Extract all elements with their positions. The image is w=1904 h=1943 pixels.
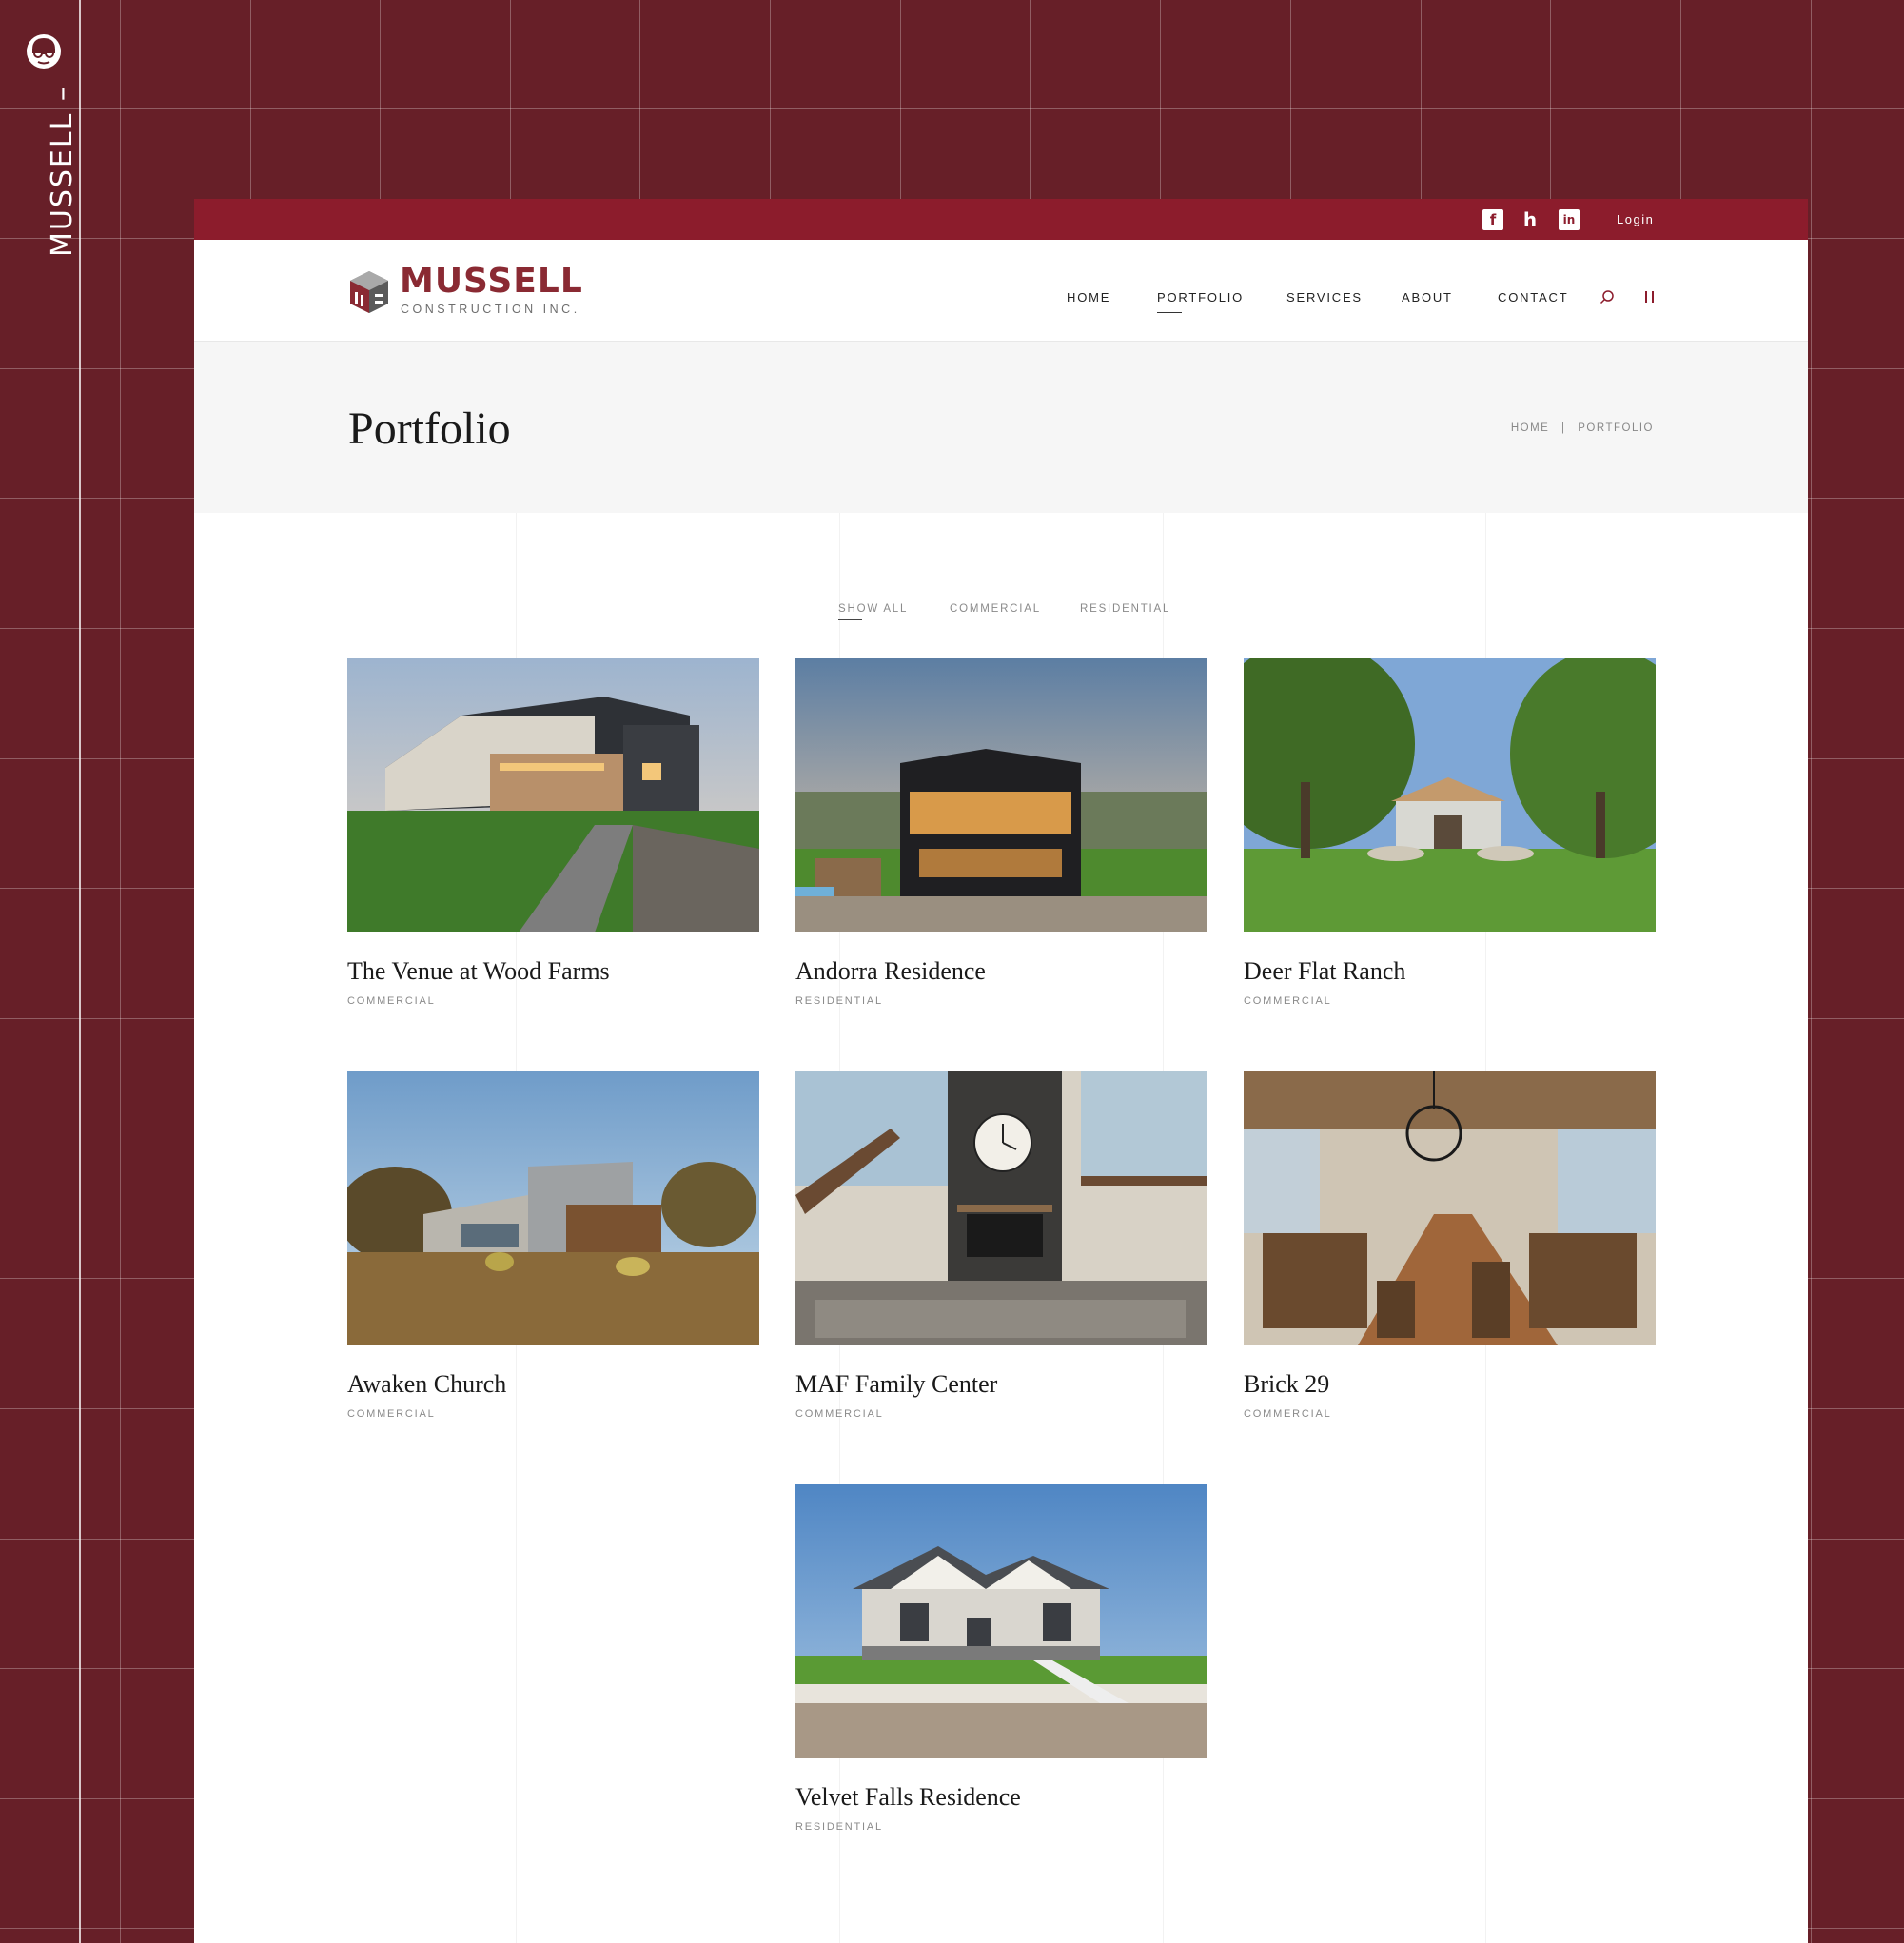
- project-title[interactable]: Andorra Residence: [795, 957, 1207, 986]
- page-title: Portfolio: [348, 403, 511, 454]
- filter-show-all[interactable]: SHOW ALL: [838, 603, 908, 620]
- nav-contact[interactable]: CONTACT: [1498, 290, 1568, 304]
- project-thumbnail[interactable]: [795, 1484, 1207, 1758]
- portfolio-card[interactable]: Velvet Falls Residence RESIDENTIAL: [795, 1484, 1207, 1833]
- nav-services[interactable]: SERVICES: [1286, 290, 1363, 304]
- project-category: COMMERCIAL: [347, 1408, 436, 1420]
- project-thumbnail[interactable]: [347, 1071, 759, 1345]
- facebook-icon[interactable]: f: [1482, 209, 1503, 230]
- portfolio-card[interactable]: The Venue at Wood Farms COMMERCIAL: [347, 658, 759, 1007]
- project-title[interactable]: The Venue at Wood Farms: [347, 957, 759, 986]
- project-title[interactable]: Awaken Church: [347, 1370, 759, 1399]
- project-thumbnail[interactable]: [347, 658, 759, 932]
- side-divider: [79, 0, 81, 1943]
- linkedin-icon[interactable]: in: [1559, 209, 1580, 230]
- side-brand-text: MUSSELL –: [46, 85, 79, 257]
- houzz-icon[interactable]: h: [1520, 208, 1541, 231]
- login-link[interactable]: Login: [1617, 212, 1654, 226]
- page-title-band: Portfolio HOME | PORTFOLIO: [194, 342, 1808, 513]
- project-category: COMMERCIAL: [1244, 995, 1332, 1007]
- project-category: COMMERCIAL: [795, 1408, 884, 1420]
- project-title[interactable]: MAF Family Center: [795, 1370, 1207, 1399]
- logo-wordmark[interactable]: MUSSELL: [400, 263, 583, 301]
- project-thumbnail[interactable]: [1244, 1071, 1656, 1345]
- top-bar: f h in Login: [194, 199, 1808, 240]
- project-category: RESIDENTIAL: [795, 1821, 883, 1833]
- portfolio-card[interactable]: Deer Flat Ranch COMMERCIAL: [1244, 658, 1656, 1007]
- breadcrumb-separator: |: [1561, 422, 1566, 434]
- breadcrumb: HOME | PORTFOLIO: [1511, 422, 1654, 434]
- project-category: COMMERCIAL: [347, 995, 436, 1007]
- search-icon[interactable]: [1600, 289, 1615, 304]
- breadcrumb-current: PORTFOLIO: [1578, 422, 1654, 434]
- nav-home[interactable]: HOME: [1067, 290, 1110, 304]
- project-category: COMMERCIAL: [1244, 1408, 1332, 1420]
- filter-residential[interactable]: RESIDENTIAL: [1080, 603, 1170, 615]
- portfolio-card[interactable]: Awaken Church COMMERCIAL: [347, 1071, 759, 1420]
- portfolio-card[interactable]: Andorra Residence RESIDENTIAL: [795, 658, 1207, 1007]
- project-title[interactable]: Velvet Falls Residence: [795, 1783, 1207, 1812]
- portfolio-card[interactable]: Brick 29 COMMERCIAL: [1244, 1071, 1656, 1420]
- project-title[interactable]: Brick 29: [1244, 1370, 1656, 1399]
- nav-portfolio[interactable]: PORTFOLIO: [1157, 290, 1244, 313]
- breadcrumb-home[interactable]: HOME: [1511, 422, 1550, 434]
- nav-about[interactable]: ABOUT: [1402, 290, 1453, 304]
- project-category: RESIDENTIAL: [795, 995, 883, 1007]
- portfolio-card[interactable]: MAF Family Center COMMERCIAL: [795, 1071, 1207, 1420]
- main-header: MUSSELL CONSTRUCTION INC. HOME PORTFOLIO…: [194, 240, 1808, 342]
- logo-subtitle: CONSTRUCTION INC.: [401, 303, 580, 316]
- website-frame: f h in Login MUSSELL CONSTRUCTION INC. H…: [194, 199, 1808, 1943]
- project-thumbnail[interactable]: [1244, 658, 1656, 932]
- project-thumbnail[interactable]: [795, 1071, 1207, 1345]
- logo-mark-icon[interactable]: [348, 269, 390, 315]
- avatar-icon: [27, 34, 61, 69]
- filter-commercial[interactable]: COMMERCIAL: [950, 603, 1041, 615]
- project-thumbnail[interactable]: [795, 658, 1207, 932]
- project-title[interactable]: Deer Flat Ranch: [1244, 957, 1656, 986]
- menu-icon[interactable]: [1644, 290, 1656, 304]
